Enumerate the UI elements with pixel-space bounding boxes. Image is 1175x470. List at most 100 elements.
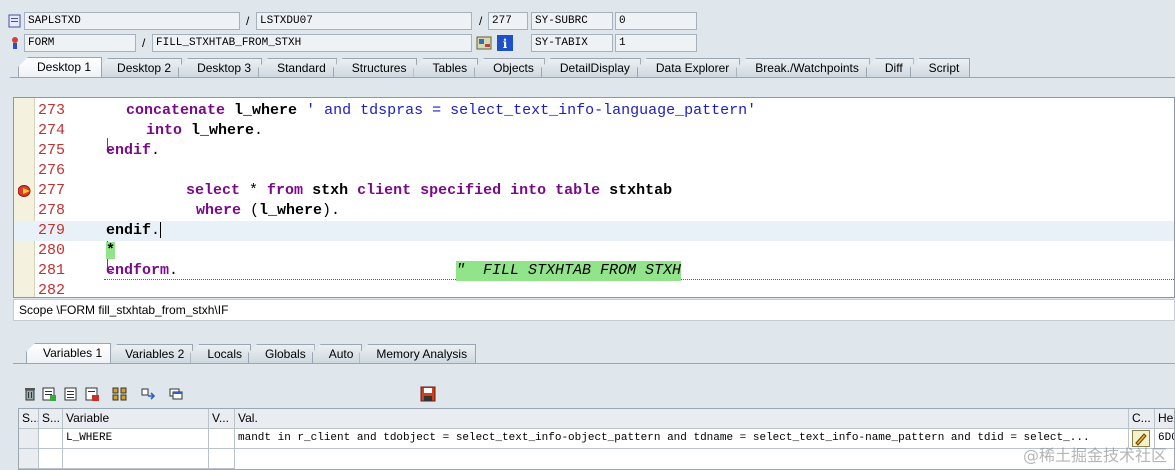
code-line[interactable]: 274 into l_where. (14, 121, 1174, 141)
info-icon[interactable]: i (497, 35, 513, 51)
code-text: * (106, 241, 116, 261)
code-comment: " FILL STXHTAB FROM STXH (456, 261, 682, 281)
tab-desktop-3[interactable]: Desktop 3 (178, 58, 263, 77)
code-token: * (240, 182, 268, 199)
delete-icon[interactable] (22, 386, 38, 402)
code-token: into (146, 122, 183, 139)
column-header-v[interactable]: V... (209, 409, 235, 429)
code-token: . (254, 122, 264, 139)
column-header-status[interactable]: S... (19, 409, 39, 429)
tab-desktop-1[interactable]: Desktop 1 (18, 57, 103, 77)
tab-structures[interactable]: Structures (332, 58, 418, 77)
code-line[interactable]: 279 endif. (14, 221, 1174, 241)
line-number: 279 (38, 222, 66, 239)
edit-list-icon[interactable] (41, 386, 57, 402)
separator: / (246, 14, 250, 28)
code-token: . (151, 142, 161, 159)
program-field[interactable]: SAPLSTXD (24, 12, 240, 30)
event-type-field[interactable]: FORM (24, 34, 136, 52)
code-text: endif. (106, 221, 162, 241)
line-field[interactable]: 277 (488, 12, 528, 30)
column-header-value[interactable]: Val. (235, 409, 1129, 429)
tab-script[interactable]: Script (909, 58, 971, 77)
save-icon[interactable] (420, 386, 436, 402)
sy-subrc-label: SY-SUBRC (531, 12, 613, 30)
variables-grid[interactable]: S... S... Variable V... Val. C... Hex L_… (18, 408, 1175, 470)
tab-desktop-2[interactable]: Desktop 2 (98, 58, 183, 77)
tab-locals[interactable]: Locals (190, 344, 251, 363)
code-token: * (106, 242, 116, 259)
code-line[interactable]: 276 (14, 161, 1174, 181)
include-field[interactable]: LSTXDU07 (256, 12, 472, 30)
tab-detaildisplay[interactable]: DetailDisplay (540, 58, 641, 77)
display-object-icon[interactable] (476, 35, 492, 51)
tab-data-explorer[interactable]: Data Explorer (636, 58, 741, 77)
tab-globals[interactable]: Globals (248, 344, 315, 363)
code-text: select * from stxh client specified into… (186, 181, 672, 201)
code-token: l_where (259, 202, 323, 219)
code-text: endif. (106, 141, 160, 161)
row-selector[interactable] (19, 449, 39, 469)
code-token: l_where (234, 102, 298, 119)
sy-tabix-value[interactable]: 1 (615, 34, 697, 52)
code-token: select (186, 182, 241, 199)
tab-memory-analysis[interactable]: Memory Analysis (359, 344, 477, 363)
separator: / (479, 14, 483, 28)
code-line[interactable]: 278 where (l_where). (14, 201, 1174, 221)
code-line[interactable]: 273 concatenate l_where ' and tdspras = s… (14, 101, 1174, 121)
tab-variables-1[interactable]: Variables 1 (26, 343, 112, 363)
tab-standard[interactable]: Standard (258, 58, 337, 77)
navigate-icon[interactable] (140, 386, 156, 402)
new-window-icon[interactable] (168, 386, 184, 402)
tab-tables[interactable]: Tables (413, 58, 479, 77)
sy-subrc-value[interactable]: 0 (615, 12, 697, 30)
column-header-status[interactable]: S... (39, 409, 63, 429)
column-header-change[interactable]: C... (1129, 409, 1155, 429)
column-header-variable[interactable]: Variable (63, 409, 209, 429)
row-selector[interactable] (19, 429, 39, 449)
code-token: endif (106, 142, 152, 159)
line-number: 282 (38, 282, 66, 298)
code-token: . (169, 262, 179, 279)
tab-diff[interactable]: Diff (865, 58, 914, 77)
event-name-field[interactable]: FILL_STXHTAB_FROM_STXH (152, 34, 472, 52)
line-number: 278 (38, 202, 66, 219)
separator: / (142, 36, 146, 50)
code-text: concatenate l_where ' and tdspras = sele… (126, 101, 756, 121)
save-list-icon[interactable] (84, 386, 100, 402)
code-token: ). (322, 202, 341, 219)
tab-break-watchpoints[interactable]: Break./Watchpoints (736, 58, 870, 77)
tab-auto[interactable]: Auto (311, 344, 363, 363)
svg-text:i: i (503, 37, 508, 51)
status-cell (39, 449, 63, 469)
text-cursor (160, 222, 162, 239)
code-token: endif (106, 222, 152, 239)
watermark: @稀土掘金技术社区 (1022, 446, 1167, 465)
code-token: l_where (191, 122, 255, 139)
code-token: endform (106, 262, 170, 279)
code-text: where (l_where). (196, 201, 340, 221)
variable-name-cell[interactable]: L_WHERE (63, 429, 209, 449)
line-number: 276 (38, 162, 66, 179)
source-editor[interactable]: 273 concatenate l_where ' and tdspras = s… (13, 97, 1175, 298)
variable-name-cell[interactable] (63, 449, 209, 469)
code-line[interactable]: 275 endif. (14, 141, 1174, 161)
v-cell (209, 449, 235, 469)
column-header-hex[interactable]: Hex (1155, 409, 1174, 429)
code-token: client specified into table (357, 182, 601, 199)
code-token: ' and tdspras = select_text_info-languag… (306, 102, 757, 119)
tab-variables-2[interactable]: Variables 2 (108, 344, 194, 363)
code-line[interactable]: 280 * (14, 241, 1174, 261)
desktop-tabs: Desktop 1 Desktop 2 Desktop 3 Standard Struc… (18, 57, 971, 77)
tab-objects[interactable]: Objects (474, 58, 545, 77)
details-icon[interactable] (63, 386, 79, 402)
code-line[interactable]: 281 endform. " FILL STXHTAB FROM STXH (14, 261, 1174, 281)
value-cell[interactable]: mandt in r_client and tdobject = select_… (235, 429, 1129, 449)
expand-icon[interactable] (112, 386, 128, 402)
code-line[interactable]: 282 (14, 281, 1174, 298)
code-line[interactable]: 277 select * from stxh client specified i… (14, 181, 1174, 201)
